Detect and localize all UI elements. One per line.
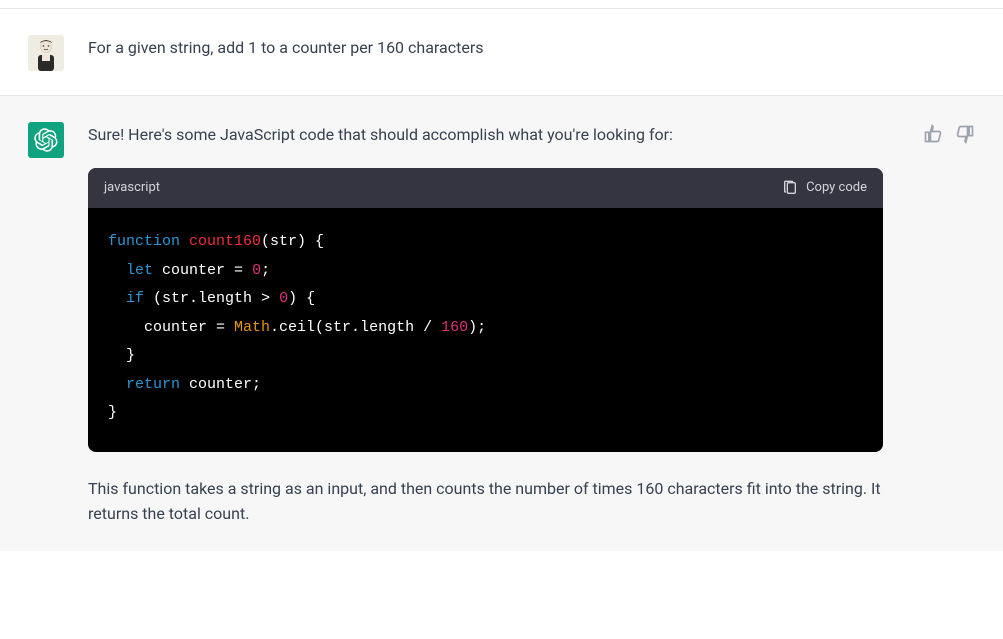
code-token: count160 — [189, 233, 261, 250]
code-token: (str) { — [261, 233, 324, 250]
openai-logo-icon — [34, 128, 58, 152]
assistant-message-content: Sure! Here's some JavaScript code that s… — [88, 120, 883, 527]
code-token: let — [126, 262, 153, 279]
code-token: Math — [234, 319, 270, 336]
code-token: .ceil(str.length / — [270, 319, 441, 336]
copy-code-label: Copy code — [806, 178, 867, 199]
user-message-text: For a given string, add 1 to a counter p… — [88, 33, 908, 61]
assistant-avatar — [28, 122, 64, 158]
thumbs-down-button[interactable] — [955, 124, 975, 144]
assistant-intro-text: Sure! Here's some JavaScript code that s… — [88, 122, 883, 148]
code-token: 160 — [441, 319, 468, 336]
user-avatar-icon — [28, 35, 64, 71]
code-token: counter = — [108, 319, 234, 336]
copy-code-button[interactable]: Copy code — [782, 178, 867, 199]
code-token: } — [108, 404, 117, 421]
thumbs-down-icon — [955, 124, 975, 144]
code-body: function count160(str) { let counter = 0… — [88, 208, 883, 452]
code-token: } — [108, 347, 135, 364]
code-token: 0 — [252, 262, 261, 279]
code-language-label: javascript — [104, 178, 160, 199]
clipboard-icon — [782, 180, 798, 196]
user-avatar — [28, 35, 64, 71]
code-token: counter; — [180, 376, 261, 393]
code-token: 0 — [279, 290, 288, 307]
thumbs-up-icon — [923, 124, 943, 144]
user-message-row: For a given string, add 1 to a counter p… — [0, 9, 1003, 96]
assistant-message-row: Sure! Here's some JavaScript code that s… — [0, 96, 1003, 551]
code-token: return — [126, 376, 180, 393]
code-token: ); — [468, 319, 486, 336]
code-header: javascript Copy code — [88, 168, 883, 209]
code-token: (str.length > — [144, 290, 279, 307]
assistant-explanation-text: This function takes a string as an input… — [88, 476, 883, 527]
thumbs-up-button[interactable] — [923, 124, 943, 144]
code-token: ; — [261, 262, 270, 279]
code-block: javascript Copy code function count160(s… — [88, 168, 883, 452]
code-token: ) { — [288, 290, 315, 307]
code-token: if — [126, 290, 144, 307]
code-token: counter = — [153, 262, 252, 279]
code-token: function — [108, 233, 180, 250]
feedback-buttons — [923, 124, 975, 144]
